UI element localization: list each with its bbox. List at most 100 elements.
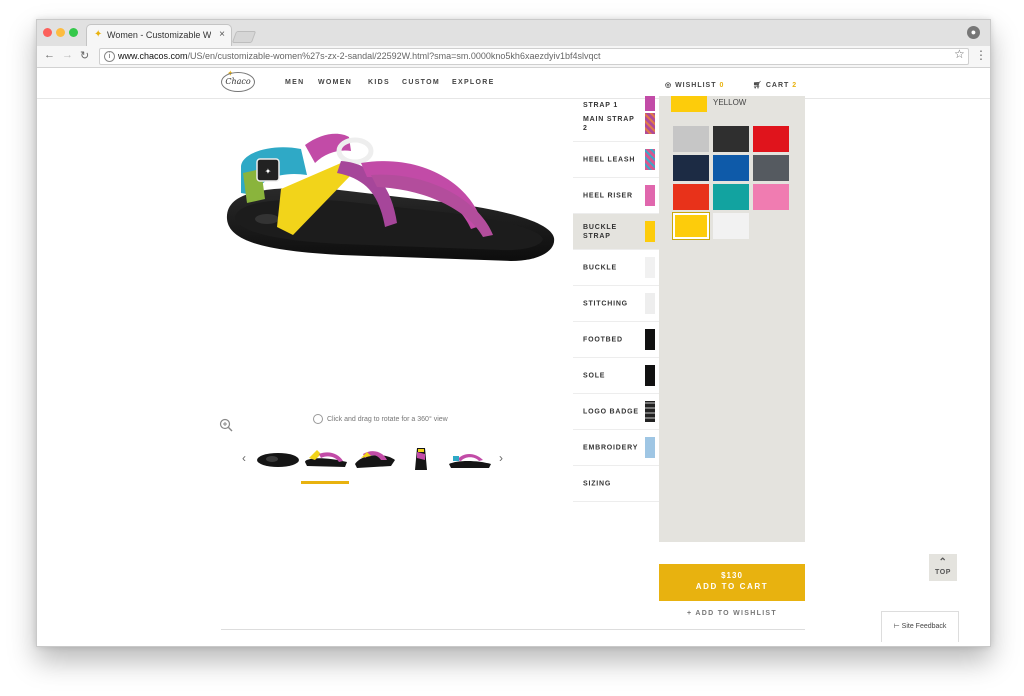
close-window-button[interactable] xyxy=(43,28,52,37)
nav-men[interactable]: MEN xyxy=(285,79,304,86)
divider xyxy=(221,629,805,630)
part-buckle[interactable]: BUCKLE xyxy=(573,250,659,286)
minimize-window-button[interactable] xyxy=(56,28,65,37)
site-header: ✦ Chaco MEN WOMEN KIDS CUSTOM EXPLORE ◎ … xyxy=(37,68,990,99)
product-image-sandal[interactable]: ✦ xyxy=(221,123,558,333)
check-circle-icon: ◎ xyxy=(665,82,673,89)
color-swatch-charcoal[interactable] xyxy=(713,126,749,152)
wishlist-count: 0 xyxy=(719,82,725,89)
color-swatch-navy[interactable] xyxy=(673,155,709,181)
nav-custom[interactable]: CUSTOM xyxy=(402,79,440,86)
color-swatch-slate[interactable] xyxy=(753,155,789,181)
part-label: STITCHING xyxy=(583,300,628,307)
part-heel-leash[interactable]: HEEL LEASH xyxy=(573,142,659,178)
url-host: www.chacos.com xyxy=(118,51,188,61)
tab-bar: ✦ Women - Customizable Wome × ● xyxy=(37,20,990,47)
color-swatch-yellow[interactable] xyxy=(673,213,709,239)
part-color-swatch xyxy=(645,149,655,170)
browser-tab[interactable]: ✦ Women - Customizable Wome × xyxy=(86,24,232,47)
color-swatch-pink[interactable] xyxy=(753,184,789,210)
thumbnail-next-arrow[interactable]: › xyxy=(499,451,503,465)
part-color-swatch xyxy=(645,437,655,458)
new-tab-button[interactable] xyxy=(231,31,257,43)
part-label: EMBROIDERY xyxy=(583,444,639,451)
back-to-top-button[interactable]: ⌃ TOP xyxy=(929,554,957,581)
part-stitching[interactable]: STITCHING xyxy=(573,286,659,322)
part-color-swatch xyxy=(645,329,655,350)
thumbnail-side-view[interactable] xyxy=(303,446,349,472)
site-feedback-button[interactable]: ⊢ Site Feedback xyxy=(881,611,959,642)
address-bar[interactable]: i www.chacos.com/US/en/customizable-women… xyxy=(99,48,969,65)
part-buckle-strap[interactable]: BUCKLE STRAP xyxy=(573,214,659,250)
browser-window: ✦ Women - Customizable Wome × ● ← → ↻ iw… xyxy=(36,19,991,647)
part-sole[interactable]: SOLE xyxy=(573,358,659,394)
thumbnail-sole-view[interactable] xyxy=(255,446,301,472)
cart-count: 2 xyxy=(792,82,798,89)
part-label: HEEL LEASH xyxy=(583,156,636,163)
part-footbed[interactable]: FOOTBED xyxy=(573,322,659,358)
add-to-wishlist-link[interactable]: + ADD TO WISHLIST xyxy=(659,610,805,617)
parts-list: MAIN STRAP 2 HEEL LEASH HEEL RISER BUCKL… xyxy=(573,106,659,502)
menu-kebab-icon[interactable]: ⋮ xyxy=(975,48,987,62)
thumbnail-front-view[interactable] xyxy=(399,446,445,472)
rotate-360-icon xyxy=(313,414,323,424)
nav-kids[interactable]: KIDS xyxy=(368,79,390,86)
part-color-swatch xyxy=(645,257,655,278)
forward-arrow-icon[interactable]: → xyxy=(62,49,73,61)
thumbnail-angle-view[interactable] xyxy=(351,446,397,472)
color-swatch-teal[interactable] xyxy=(713,184,749,210)
profile-icon[interactable]: ● xyxy=(967,26,980,39)
rotate-hint: Click and drag to rotate for a 360° view xyxy=(313,414,448,424)
browser-toolbar: ← → ↻ i www.chacos.com/US/en/customizable… xyxy=(37,46,990,68)
zoom-in-icon[interactable] xyxy=(219,418,233,432)
color-swatch-orange-red[interactable] xyxy=(673,184,709,210)
cart-label: CART xyxy=(765,82,790,89)
thumbnail-prev-arrow[interactable]: ‹ xyxy=(242,451,246,465)
reload-icon[interactable]: ↻ xyxy=(80,49,89,62)
price: $130 xyxy=(721,571,743,580)
feedback-icon: ⊢ xyxy=(893,623,900,630)
color-picker-panel: YELLOW xyxy=(659,96,805,542)
part-label: BUCKLE xyxy=(583,264,617,271)
color-swatch-white[interactable] xyxy=(713,213,749,239)
nav-explore[interactable]: EXPLORE xyxy=(452,79,495,86)
back-arrow-icon[interactable]: ← xyxy=(44,49,55,61)
chaco-logo[interactable]: Chaco xyxy=(221,72,255,92)
url-path: /US/en/customizable-women%27s-zx-2-sanda… xyxy=(187,51,601,61)
web-page: ✦ Chaco MEN WOMEN KIDS CUSTOM EXPLORE ◎ … xyxy=(37,68,990,646)
color-swatch-light-gray[interactable] xyxy=(673,126,709,152)
part-label: HEEL RISER xyxy=(583,192,633,199)
part-label: SOLE xyxy=(583,372,606,379)
cart-link[interactable]: 🛒︎ CART 2 xyxy=(753,81,797,89)
wishlist-label: WISHLIST xyxy=(675,82,717,89)
site-info-icon[interactable]: i xyxy=(104,51,115,63)
part-heel-riser[interactable]: HEEL RISER xyxy=(573,178,659,214)
nav-women[interactable]: WOMEN xyxy=(318,79,352,86)
bookmark-star-icon[interactable]: ☆ xyxy=(954,47,965,61)
thumbnail-back-view[interactable] xyxy=(447,446,493,472)
part-color-swatch xyxy=(645,293,655,314)
rotate-hint-text: Click and drag to rotate for a 360° view xyxy=(327,415,448,423)
tab-close-icon[interactable]: × xyxy=(219,29,225,40)
part-logo-badge[interactable]: LOGO BADGE xyxy=(573,394,659,430)
part-main-strap-2[interactable]: MAIN STRAP 2 xyxy=(573,106,659,142)
maximize-window-button[interactable] xyxy=(69,28,78,37)
part-embroidery[interactable]: EMBROIDERY xyxy=(573,430,659,466)
color-swatch-red[interactable] xyxy=(753,126,789,152)
top-label: TOP xyxy=(934,569,952,576)
chaco-favicon-icon: ✦ xyxy=(94,29,103,40)
tab-title: Women - Customizable Wome xyxy=(107,30,211,40)
part-label: BUCKLE STRAP xyxy=(583,223,617,240)
part-label: FOOTBED xyxy=(583,336,623,343)
part-color-swatch xyxy=(645,221,655,242)
part-label: MAIN STRAP 2 xyxy=(583,115,635,132)
selected-thumbnail-indicator xyxy=(301,481,349,484)
svg-text:✦: ✦ xyxy=(265,167,272,176)
add-to-cart-label: ADD TO CART xyxy=(695,582,769,591)
add-to-cart-button[interactable]: $130 ADD TO CART xyxy=(659,564,805,601)
color-swatch-blue[interactable] xyxy=(713,155,749,181)
part-sizing[interactable]: SIZING xyxy=(573,466,659,502)
part-color-swatch xyxy=(645,401,655,422)
part-label: SIZING xyxy=(583,480,612,487)
wishlist-link[interactable]: ◎ WISHLIST 0 xyxy=(665,81,724,89)
